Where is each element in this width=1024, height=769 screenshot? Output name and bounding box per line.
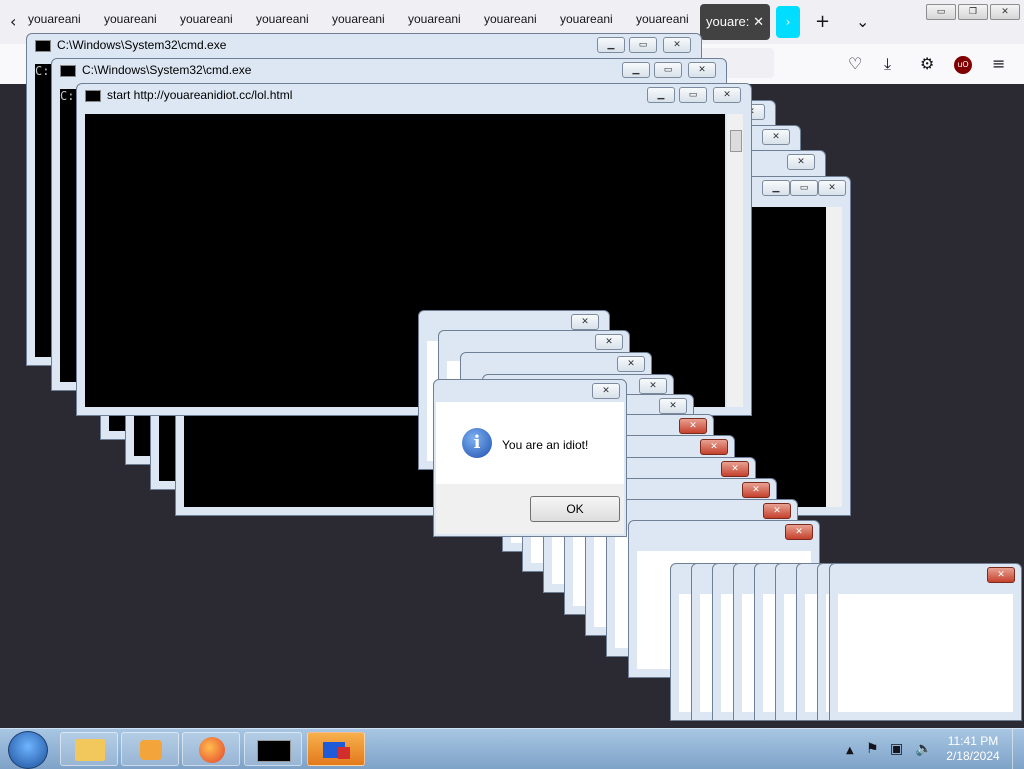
cmd-taskbar-icon[interactable]: [244, 732, 302, 766]
close-button[interactable]: ✕: [700, 439, 728, 455]
close-button[interactable]: ✕: [763, 503, 791, 519]
tab-strip: youareani youareani youareani youareani youa…: [28, 12, 698, 34]
menu-icon[interactable]: ≡: [992, 54, 1005, 74]
browser-restore-button[interactable]: ❐: [958, 4, 988, 20]
minimize-button[interactable]: ▁: [762, 180, 790, 196]
start-button[interactable]: [8, 731, 48, 769]
network-icon[interactable]: ▣: [890, 739, 903, 759]
info-icon: i: [462, 428, 492, 458]
tab[interactable]: youareani: [180, 12, 256, 26]
close-button[interactable]: ✕: [688, 62, 716, 78]
flag-icon[interactable]: ⚑: [866, 739, 879, 759]
dialog-message: You are an idiot!: [502, 438, 589, 452]
idiot-dialog[interactable]: ✕ i You are an idiot! OK: [433, 379, 627, 537]
minimize-button[interactable]: ▁: [597, 37, 625, 53]
show-hidden-icons[interactable]: ▲: [846, 741, 854, 761]
volume-muted-icon[interactable]: 🔈: [915, 739, 932, 759]
show-desktop-button[interactable]: [1012, 729, 1024, 769]
browser-close-button[interactable]: ✕: [990, 4, 1020, 20]
dialog-footer: OK: [436, 484, 624, 534]
browser-minimize-button[interactable]: ▭: [926, 4, 956, 20]
window-title: start http://youareanidiot.cc/lol.html: [85, 88, 292, 102]
chevron-down-icon[interactable]: ⌄: [856, 12, 869, 32]
close-button[interactable]: ✕: [595, 334, 623, 350]
tab[interactable]: youareani: [408, 12, 484, 26]
active-tab[interactable]: youare: ✕: [700, 4, 770, 40]
close-button[interactable]: ✕: [742, 482, 770, 498]
media-player-taskbar-icon[interactable]: [121, 732, 179, 766]
download-icon[interactable]: ⤓: [884, 54, 891, 74]
maximize-button[interactable]: ▭: [629, 37, 657, 53]
maximize-button[interactable]: ▭: [790, 180, 818, 196]
close-button[interactable]: ✕: [762, 129, 790, 145]
tab-close-icon[interactable]: ✕: [753, 4, 764, 40]
close-button[interactable]: ✕: [617, 356, 645, 372]
cmd-icon: [60, 64, 76, 77]
cmd-icon: [85, 89, 101, 102]
tab[interactable]: youareani: [256, 12, 332, 26]
window-title: C:\Windows\System32\cmd.exe: [60, 63, 251, 77]
close-button[interactable]: ✕: [787, 154, 815, 170]
tab[interactable]: youareani: [484, 12, 560, 26]
maximize-button[interactable]: ▭: [654, 62, 682, 78]
scrollbar[interactable]: [727, 114, 743, 407]
close-button[interactable]: ✕: [721, 461, 749, 477]
ok-button[interactable]: OK: [530, 496, 620, 522]
close-button[interactable]: ✕: [713, 87, 741, 103]
tab-scroll-right-icon[interactable]: ›: [776, 6, 800, 38]
app-taskbar-icon[interactable]: [307, 732, 365, 766]
dialog-body: [838, 594, 1013, 712]
pocket-icon[interactable]: ♡: [848, 54, 862, 74]
tab[interactable]: youareani: [332, 12, 408, 26]
close-button[interactable]: ✕: [987, 567, 1015, 583]
close-button[interactable]: ✕: [818, 180, 846, 196]
close-button[interactable]: ✕: [592, 383, 620, 399]
window-title: C:\Windows\System32\cmd.exe: [35, 38, 226, 52]
cmd-icon: [35, 39, 51, 52]
close-button[interactable]: ✕: [679, 418, 707, 434]
close-button[interactable]: ✕: [659, 398, 687, 414]
close-button[interactable]: ✕: [639, 378, 667, 394]
active-tab-label: youare:: [706, 14, 750, 29]
tab[interactable]: youareani: [28, 12, 104, 26]
tab[interactable]: youareani: [636, 12, 698, 26]
maximize-button[interactable]: ▭: [679, 87, 707, 103]
minimize-button[interactable]: ▁: [647, 87, 675, 103]
clock-time: 11:41 PM: [947, 734, 999, 748]
new-tab-icon[interactable]: +: [815, 12, 830, 32]
close-button[interactable]: ✕: [571, 314, 599, 330]
taskbar: ▲ ⚑ ▣ 🔈 11:41 PM 2/18/2024: [0, 728, 1024, 769]
extensions-icon[interactable]: ⚙: [920, 54, 934, 74]
tab-scroll-left-icon[interactable]: ‹: [10, 12, 16, 32]
tab[interactable]: youareani: [104, 12, 180, 26]
close-button[interactable]: ✕: [785, 524, 813, 540]
tab[interactable]: youareani: [560, 12, 636, 26]
ublock-icon[interactable]: uO: [954, 56, 972, 74]
minimize-button[interactable]: ▁: [622, 62, 650, 78]
clock-date: 2/18/2024: [946, 749, 1000, 763]
scrollbar[interactable]: [826, 207, 842, 507]
explorer-taskbar-icon[interactable]: [60, 732, 118, 766]
close-button[interactable]: ✕: [663, 37, 691, 53]
clock[interactable]: 11:41 PM 2/18/2024: [940, 734, 1006, 764]
dialog-body: i You are an idiot! OK: [436, 402, 624, 534]
firefox-taskbar-icon[interactable]: [182, 732, 240, 766]
dialog-window[interactable]: ✕: [829, 563, 1022, 721]
